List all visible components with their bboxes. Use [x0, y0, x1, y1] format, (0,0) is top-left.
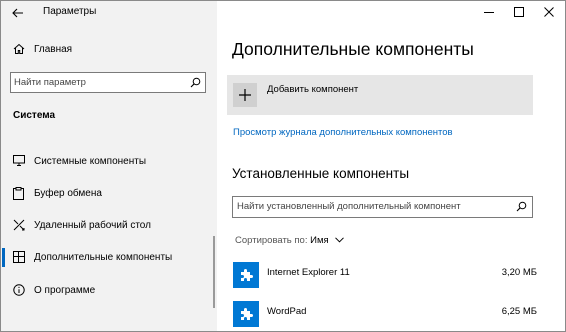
component-size: 6,25 МБ	[501, 306, 537, 317]
sort-value: Имя	[310, 235, 329, 246]
sort-dropdown[interactable]: Сортировать по: Имя	[235, 235, 345, 246]
search-icon	[516, 201, 527, 212]
settings-window: Параметры Главная Система Системные комп…	[0, 0, 566, 332]
close-icon	[544, 7, 554, 17]
monitor-icon	[13, 155, 25, 166]
maximize-button[interactable]	[504, 1, 534, 23]
sidebar-item-clipboard[interactable]: Буфер обмена	[1, 179, 217, 207]
sidebar-item-system-components[interactable]: Системные компоненты	[1, 147, 217, 175]
chevron-down-icon	[335, 237, 345, 243]
component-name: Internet Explorer 11	[267, 267, 350, 278]
back-button[interactable]	[7, 3, 29, 23]
title-bar: Параметры	[1, 1, 217, 25]
sidebar-item-home[interactable]: Главная	[1, 37, 217, 63]
main-content: Дополнительные компоненты Добавить компо…	[217, 1, 565, 331]
minimize-icon	[484, 12, 494, 13]
add-component-label: Добавить компонент	[267, 84, 359, 95]
home-icon	[13, 43, 25, 54]
component-item-wordpad[interactable]: WordPad 6,25 МБ	[231, 299, 537, 331]
clipboard-icon	[13, 187, 24, 200]
puzzle-icon	[233, 262, 259, 288]
component-name: WordPad	[267, 306, 307, 317]
sidebar-item-label: Удаленный рабочий стол	[34, 220, 151, 231]
add-component-button[interactable]: Добавить компонент	[227, 75, 533, 115]
maximize-icon	[514, 7, 524, 17]
page-title: Дополнительные компоненты	[232, 39, 474, 59]
active-indicator	[2, 248, 5, 267]
sidebar-item-label: Главная	[34, 44, 73, 55]
remote-desktop-icon	[13, 219, 25, 231]
settings-search[interactable]	[10, 72, 206, 93]
close-button[interactable]	[534, 1, 564, 23]
plus-icon-box	[233, 83, 257, 107]
installed-search-input[interactable]	[237, 199, 507, 214]
info-icon	[13, 284, 25, 296]
puzzle-icon	[233, 301, 259, 327]
component-size: 3,20 МБ	[501, 267, 537, 278]
section-title: Система	[13, 110, 56, 121]
sidebar-item-optional-features[interactable]: Дополнительные компоненты	[1, 243, 217, 271]
app-title: Параметры	[43, 6, 97, 17]
sort-label: Сортировать по:	[235, 235, 308, 246]
installed-section-title: Установленные компоненты	[232, 166, 410, 181]
sidebar-item-label: О программе	[34, 285, 96, 296]
minimize-button[interactable]	[474, 1, 504, 23]
sidebar-item-about[interactable]: О программе	[1, 276, 217, 304]
back-arrow-icon	[12, 8, 23, 18]
sidebar-scrollbar[interactable]	[213, 236, 215, 308]
component-item-internet-explorer[interactable]: Internet Explorer 11 3,20 МБ	[231, 260, 537, 294]
sidebar-item-remote-desktop[interactable]: Удаленный рабочий стол	[1, 211, 217, 239]
search-icon	[190, 77, 201, 88]
plus-icon	[239, 89, 251, 101]
sidebar-item-label: Системные компоненты	[34, 156, 147, 167]
sidebar-item-label: Буфер обмена	[34, 188, 102, 199]
history-link[interactable]: Просмотр журнала дополнительных компонен…	[233, 127, 453, 138]
settings-search-input[interactable]	[14, 75, 184, 89]
sidebar: Параметры Главная Система Системные комп…	[1, 1, 217, 331]
installed-search[interactable]	[232, 196, 533, 218]
grid-icon	[13, 251, 25, 263]
sidebar-item-label: Дополнительные компоненты	[34, 252, 173, 263]
